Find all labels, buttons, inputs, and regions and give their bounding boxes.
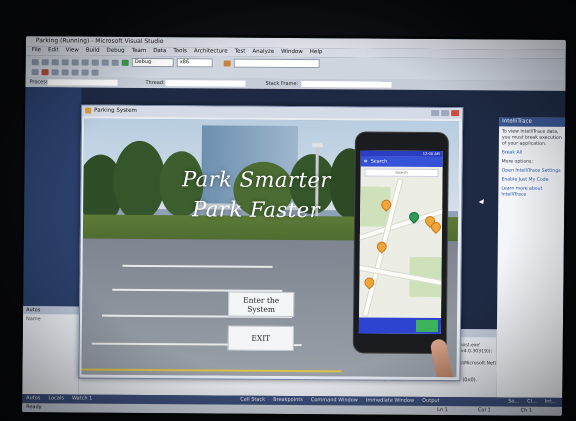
restart-icon[interactable] bbox=[51, 68, 59, 75]
tab-intellitrace[interactable]: Int... bbox=[545, 398, 556, 407]
autos-panel: Autos Name bbox=[22, 306, 80, 395]
step-over-icon[interactable] bbox=[71, 68, 79, 75]
phone-bottom-left[interactable] bbox=[359, 317, 413, 333]
autos-name-column: Name bbox=[25, 316, 41, 323]
menu-build[interactable]: Build bbox=[86, 47, 100, 56]
photo-frame: Parking (Running) - Microsoft Visual Stu… bbox=[0, 0, 576, 421]
phone-bottom-bar bbox=[358, 317, 442, 335]
intellitrace-title: IntelliTrace bbox=[499, 117, 566, 127]
menu-team[interactable]: Team bbox=[132, 47, 147, 56]
copy-icon[interactable] bbox=[81, 59, 89, 66]
tagline-line-2: Park Faster bbox=[192, 197, 321, 223]
tagline-line-1: Park Smarter bbox=[181, 167, 332, 193]
phone-go-button[interactable] bbox=[415, 319, 439, 333]
tab-breakpoints[interactable]: Breakpoints bbox=[273, 396, 303, 405]
tab-class[interactable]: Cl... bbox=[527, 398, 537, 407]
save-icon[interactable] bbox=[51, 58, 59, 65]
autos-title: Autos bbox=[23, 306, 80, 315]
menu-icon[interactable]: ≡ bbox=[364, 159, 368, 164]
start-debug-icon[interactable] bbox=[121, 59, 129, 66]
tab-command-window[interactable]: Command Window bbox=[311, 396, 358, 405]
toolbar-row-2 bbox=[31, 67, 99, 76]
find-icon[interactable] bbox=[223, 59, 231, 67]
save-all-icon[interactable] bbox=[61, 58, 69, 65]
status-text: Ready bbox=[26, 404, 42, 411]
hex-icon[interactable] bbox=[91, 69, 99, 76]
menu-tools[interactable]: Tools bbox=[173, 47, 187, 56]
parking-app-window: Parking System Park Smarter Park Faster … bbox=[78, 104, 464, 382]
intellitrace-panel: IntelliTrace To view IntelliTrace data, … bbox=[496, 117, 566, 398]
thread-select[interactable] bbox=[165, 80, 246, 87]
stop-icon[interactable] bbox=[41, 68, 49, 75]
app-title-bar: Parking System bbox=[82, 105, 463, 120]
process-select[interactable] bbox=[47, 79, 118, 86]
window-controls bbox=[431, 109, 460, 117]
intellitrace-message: To view IntelliTrace data, you must brea… bbox=[501, 129, 562, 147]
status-char: Ch 1 bbox=[520, 407, 533, 414]
maximize-icon[interactable] bbox=[441, 110, 450, 117]
tree bbox=[113, 140, 166, 222]
menu-edit[interactable]: Edit bbox=[48, 46, 59, 55]
undo-icon[interactable] bbox=[101, 59, 109, 66]
mouse-cursor-icon bbox=[478, 199, 486, 206]
app-title: Parking System bbox=[94, 107, 137, 114]
paste-icon[interactable] bbox=[91, 59, 99, 66]
tab-autos[interactable]: Autos bbox=[26, 394, 40, 403]
status-column: Col 1 bbox=[477, 407, 491, 414]
tab-call-stack[interactable]: Call Stack bbox=[240, 396, 265, 405]
menu-data[interactable]: Data bbox=[153, 47, 166, 56]
solution-config-select[interactable]: Debug bbox=[131, 57, 174, 68]
phone-app-bar-title: Search bbox=[370, 159, 388, 165]
menu-file[interactable]: File bbox=[32, 46, 41, 55]
find-combo[interactable] bbox=[233, 58, 320, 69]
pause-icon[interactable] bbox=[31, 68, 39, 75]
stack-frame-select[interactable] bbox=[301, 81, 392, 88]
just-my-code-link[interactable]: Enable Just My Code bbox=[501, 177, 561, 183]
menu-debug[interactable]: Debug bbox=[107, 47, 125, 56]
menu-window[interactable]: Window bbox=[281, 48, 303, 57]
step-into-icon[interactable] bbox=[61, 68, 69, 75]
enter-system-button[interactable]: Enter the System bbox=[228, 291, 295, 318]
open-file-icon[interactable] bbox=[41, 58, 49, 65]
status-line: Ln 1 bbox=[437, 407, 448, 414]
new-project-icon[interactable] bbox=[31, 58, 39, 65]
thread-label: Thread: bbox=[145, 79, 165, 87]
parking-lot-background: Park Smarter Park Faster Enter the Syste… bbox=[81, 118, 460, 378]
phone-mockup: 12:00 AM ≡ Search Search bbox=[353, 132, 454, 378]
menu-analyze[interactable]: Analyze bbox=[252, 48, 274, 57]
stack-frame-label: Stack Frame: bbox=[265, 80, 299, 88]
map-view[interactable] bbox=[358, 176, 443, 318]
platform-select[interactable]: x86 bbox=[176, 58, 213, 68]
break-all-link[interactable]: Break All bbox=[502, 150, 562, 156]
learn-more-link[interactable]: Learn more about IntelliTrace bbox=[501, 186, 561, 198]
redo-icon[interactable] bbox=[111, 59, 119, 66]
tab-solution[interactable]: So... bbox=[508, 398, 519, 407]
menu-view[interactable]: View bbox=[66, 46, 79, 55]
menu-test[interactable]: Test bbox=[235, 48, 246, 57]
app-icon bbox=[85, 107, 92, 114]
phone-app-bar: ≡ Search bbox=[360, 156, 443, 168]
close-icon[interactable] bbox=[451, 110, 460, 117]
more-options-label: More options: bbox=[501, 159, 534, 165]
tab-watch[interactable]: Watch 1 bbox=[72, 394, 92, 403]
exit-button[interactable]: EXIT bbox=[227, 325, 294, 352]
tab-immediate-window[interactable]: Immediate Window bbox=[366, 397, 414, 406]
phone-screen: 12:00 AM ≡ Search Search bbox=[358, 150, 443, 335]
cut-icon[interactable] bbox=[71, 58, 79, 65]
menu-help[interactable]: Help bbox=[310, 48, 323, 57]
menu-architecture[interactable]: Architecture bbox=[194, 47, 228, 56]
intellitrace-settings-link[interactable]: Open IntelliTrace Settings bbox=[502, 168, 562, 174]
tab-locals[interactable]: Locals bbox=[48, 394, 64, 403]
step-out-icon[interactable] bbox=[81, 69, 89, 76]
monitor-screen: Parking (Running) - Microsoft Visual Stu… bbox=[22, 36, 566, 416]
tab-output[interactable]: Output bbox=[422, 397, 439, 406]
minimize-icon[interactable] bbox=[431, 109, 440, 117]
